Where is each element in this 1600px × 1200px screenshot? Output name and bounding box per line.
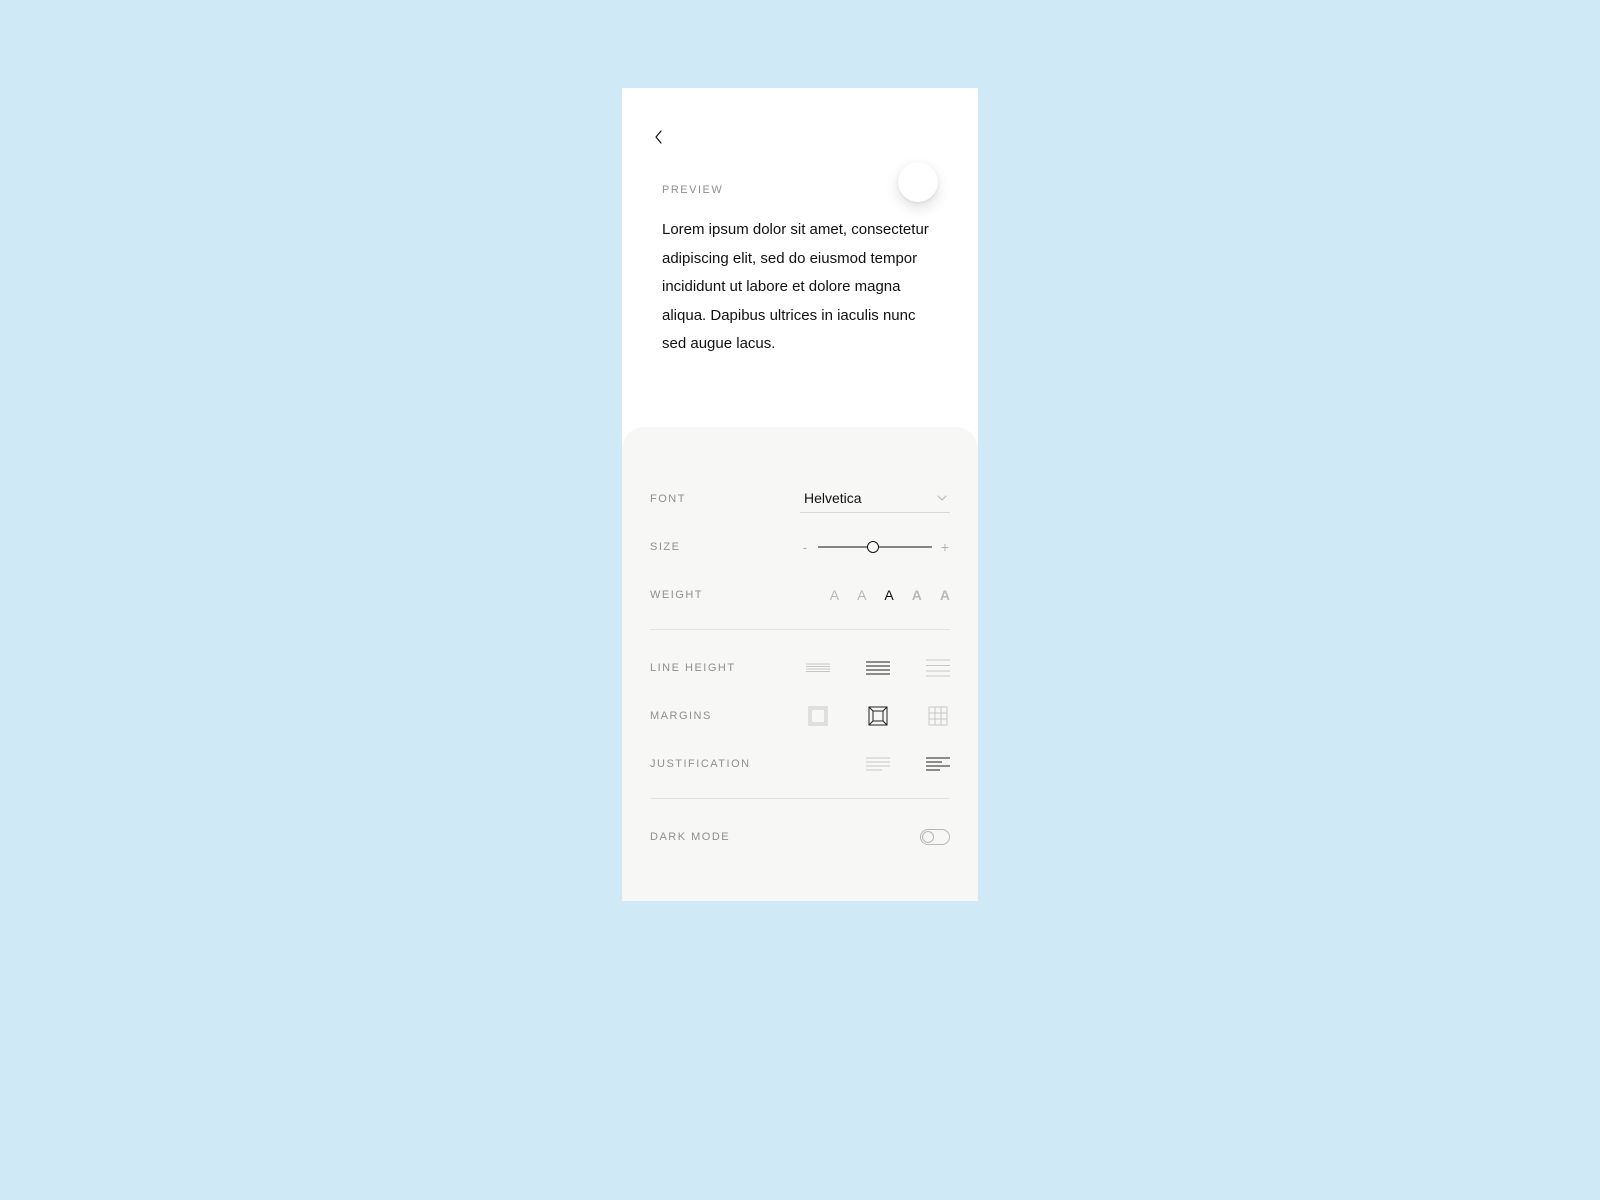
line-height-label: LINE HEIGHT xyxy=(650,662,760,674)
slider-thumb[interactable] xyxy=(867,541,879,553)
chevron-left-icon xyxy=(650,128,668,146)
line-height-loose-icon xyxy=(926,659,950,677)
margins-label: MARGINS xyxy=(650,710,760,722)
row-size: SIZE - + xyxy=(650,523,950,571)
row-dark-mode: DARK MODE xyxy=(650,813,950,861)
row-font: FONT Helvetica xyxy=(650,475,950,523)
justification-option-justify[interactable] xyxy=(866,757,890,771)
weight-option-heavy[interactable]: A xyxy=(940,587,950,603)
preview-label: PREVIEW xyxy=(662,184,723,196)
divider xyxy=(650,629,950,630)
line-height-option-tight[interactable] xyxy=(806,659,830,677)
row-weight: WEIGHT A A A A A xyxy=(650,571,950,619)
align-left-icon xyxy=(926,757,950,771)
preview-text: Lorem ipsum dolor sit amet, consectetur … xyxy=(662,216,938,359)
justification-option-left[interactable] xyxy=(926,757,950,771)
weight-option-regular[interactable]: A xyxy=(884,587,893,603)
row-line-height: LINE HEIGHT xyxy=(650,644,950,692)
margins-wide-icon xyxy=(928,706,948,726)
align-justify-icon xyxy=(866,757,890,771)
line-height-option-normal[interactable] xyxy=(866,659,890,677)
font-select[interactable]: Helvetica xyxy=(800,484,950,513)
margins-option-narrow[interactable] xyxy=(806,707,830,725)
size-decrease-button[interactable]: - xyxy=(800,539,810,555)
preview-section: PREVIEW Lorem ipsum dolor sit amet, cons… xyxy=(622,88,978,379)
margins-option-wide[interactable] xyxy=(926,707,950,725)
margins-medium-icon xyxy=(868,706,888,726)
theme-picker-button[interactable] xyxy=(898,162,938,202)
weight-label: WEIGHT xyxy=(650,589,760,601)
justification-label: JUSTIFICATION xyxy=(650,758,760,770)
size-increase-button[interactable]: + xyxy=(940,539,950,555)
font-label: FONT xyxy=(650,493,760,505)
weight-option-thin[interactable]: A xyxy=(830,587,839,603)
dark-mode-toggle[interactable] xyxy=(920,829,950,845)
settings-panel: FONT Helvetica SIZE - xyxy=(622,427,978,901)
line-height-option-loose[interactable] xyxy=(926,659,950,677)
weight-option-semibold[interactable]: A xyxy=(912,587,922,603)
font-select-value: Helvetica xyxy=(804,490,862,506)
margins-option-medium[interactable] xyxy=(866,707,890,725)
size-slider[interactable] xyxy=(818,540,932,554)
line-height-normal-icon xyxy=(866,661,890,675)
dark-mode-label: DARK MODE xyxy=(650,831,760,843)
size-label: SIZE xyxy=(650,541,760,553)
toggle-knob xyxy=(922,831,934,843)
row-margins: MARGINS xyxy=(650,692,950,740)
weight-option-light[interactable]: A xyxy=(857,587,866,603)
margins-narrow-icon xyxy=(808,706,828,726)
reading-settings-card: PREVIEW Lorem ipsum dolor sit amet, cons… xyxy=(622,88,978,901)
back-button[interactable] xyxy=(650,128,668,146)
row-justification: JUSTIFICATION xyxy=(650,740,950,788)
line-height-tight-icon xyxy=(806,662,830,674)
divider xyxy=(650,798,950,799)
chevron-down-icon xyxy=(936,492,948,504)
